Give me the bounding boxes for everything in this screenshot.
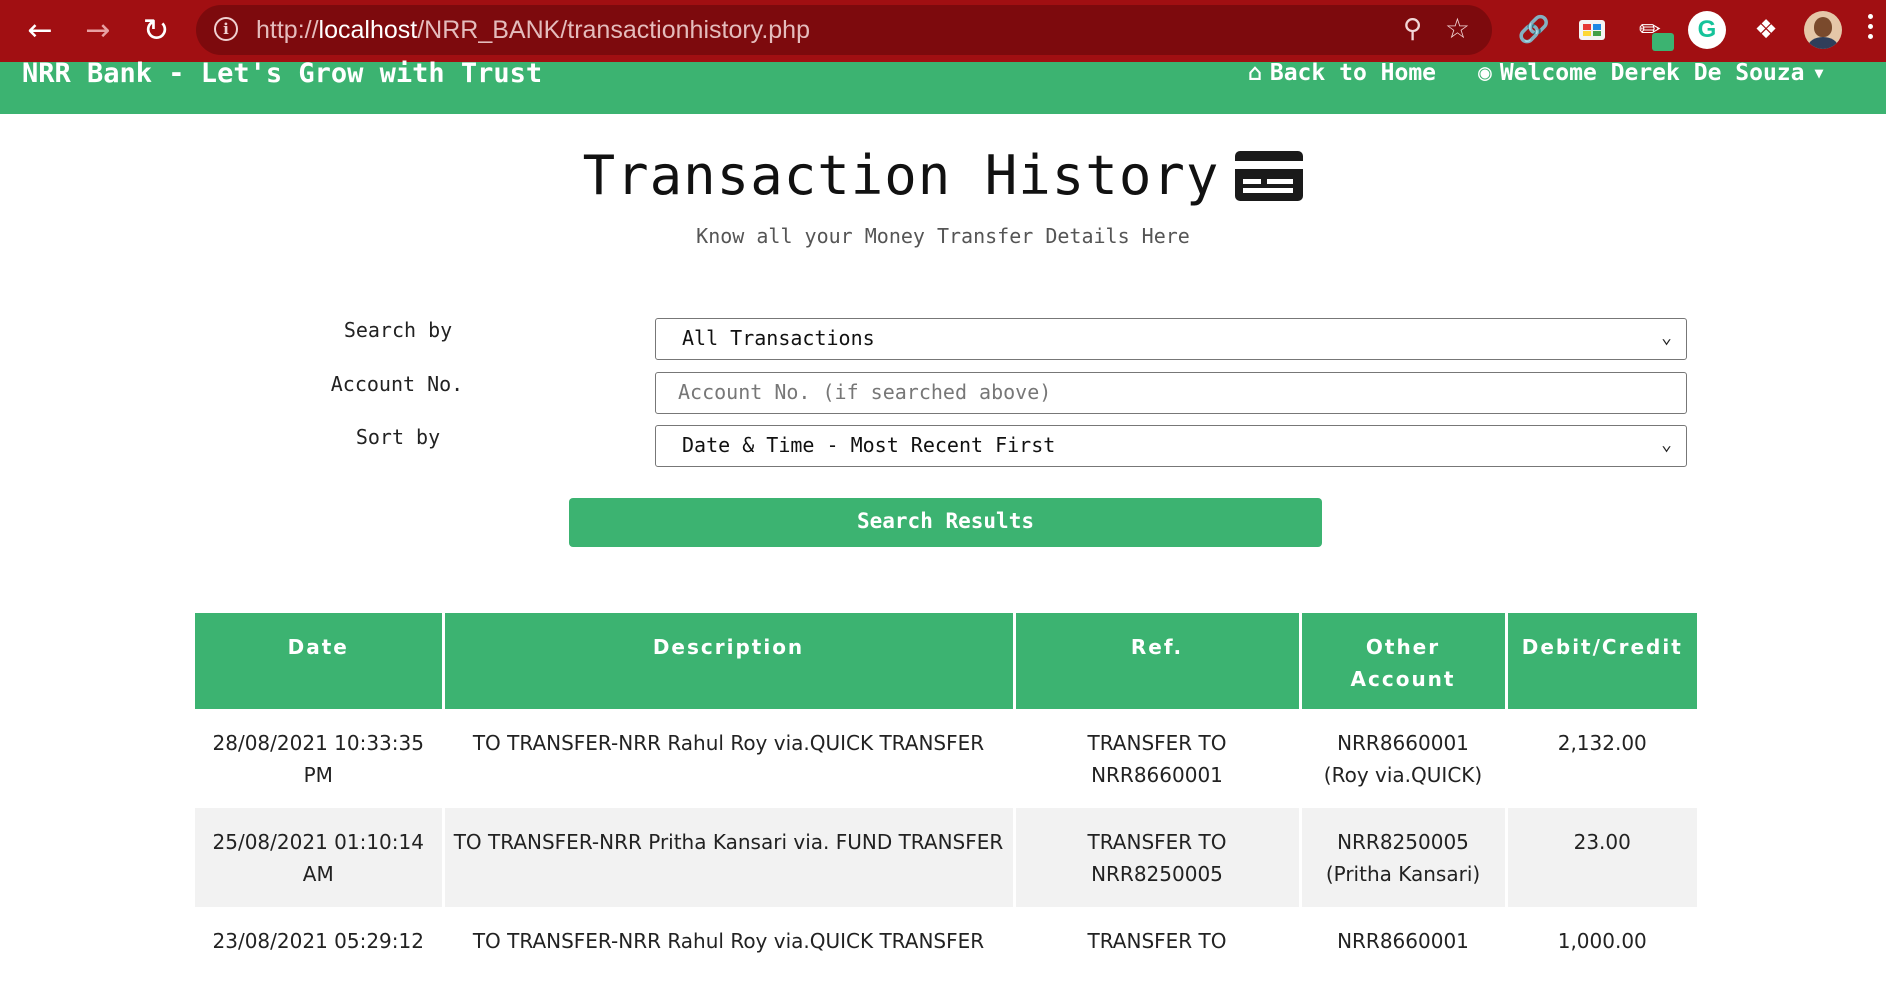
address-bar[interactable]: i http://localhost/NRR_BANK/transactionh…	[196, 5, 1492, 55]
extensions-puzzle-icon[interactable]: ❖	[1746, 10, 1786, 50]
browser-toolbar: ← → ↻ i http://localhost/NRR_BANK/transa…	[0, 0, 1886, 62]
account-no-input[interactable]	[678, 373, 1646, 411]
site-info-icon[interactable]: i	[214, 17, 238, 41]
color-picker-extension-icon[interactable]	[1572, 10, 1612, 50]
cell-description: TO TRANSFER-NRR Pritha Kansari via. FUND…	[441, 808, 1014, 907]
cell-amount: 2,132.00	[1504, 709, 1697, 808]
table-row: 28/08/2021 10:33:35 PM TO TRANSFER-NRR R…	[195, 709, 1697, 808]
forward-arrow-icon[interactable]: →	[78, 10, 118, 50]
cell-ref: TRANSFER TO	[1012, 907, 1300, 1006]
user-menu[interactable]: ◉ Welcome Derek De Souza ▼	[1478, 60, 1824, 86]
cell-amount: 1,000.00	[1504, 907, 1697, 1006]
site-navbar: NRR Bank - Let's Grow with Trust ⌂ Back …	[0, 58, 1886, 114]
caret-down-icon: ▼	[1814, 64, 1824, 82]
back-to-home-label: Back to Home	[1269, 60, 1437, 86]
header-ref: Ref.	[1012, 613, 1300, 709]
color-palette-icon	[1579, 20, 1605, 40]
account-no-field[interactable]	[655, 372, 1687, 414]
back-to-home-link[interactable]: ⌂ Back to Home	[1248, 60, 1436, 86]
sort-by-label: Sort by	[355, 425, 441, 449]
chevron-down-icon: ⌄	[1661, 327, 1672, 348]
grammarly-icon[interactable]: G	[1688, 11, 1726, 49]
sort-by-value: Date & Time - Most Recent First	[682, 433, 1056, 457]
url-host: localhost	[318, 16, 418, 44]
search-by-select[interactable]: All Transactions ⌄	[655, 318, 1687, 360]
cell-date: 25/08/2021 01:10:14 AM	[195, 808, 443, 907]
search-by-label: Search by	[343, 318, 453, 342]
cell-date: 28/08/2021 10:33:35 PM	[212, 731, 424, 787]
cell-ref: TRANSFER TO NRR8250005	[1012, 808, 1300, 907]
extension-badge	[1652, 33, 1674, 51]
cell-other-account: NRR8660001 (Roy via.QUICK)	[1298, 709, 1506, 808]
back-arrow-icon[interactable]: ←	[20, 10, 60, 50]
url-path: /NRR_BANK/transactionhistory.php	[417, 16, 810, 44]
header-other-account: Other Account	[1298, 613, 1506, 709]
cell-other-account: NRR8250005 (Pritha Kansari)	[1298, 808, 1506, 907]
avatar-head	[1814, 17, 1832, 37]
header-description: Description	[441, 613, 1014, 709]
zoom-icon[interactable]: ⚲	[1403, 14, 1422, 44]
reload-icon[interactable]: ↻	[136, 10, 176, 50]
cell-description: TO TRANSFER-NRR Rahul Roy via.QUICK TRAN…	[441, 907, 1014, 1006]
table-row: 25/08/2021 01:10:14 AM TO TRANSFER-NRR P…	[195, 808, 1697, 907]
cell-amount: 23.00	[1504, 808, 1697, 907]
page-subtitle: Know all your Money Transfer Details Her…	[696, 224, 1190, 248]
cell-date: 23/08/2021 05:29:12	[212, 929, 424, 953]
url-prefix: http://	[256, 16, 319, 44]
table-header-row: Date Description Ref. Other Account Debi…	[195, 613, 1697, 709]
header-date: Date	[195, 613, 443, 709]
profile-avatar[interactable]	[1804, 11, 1842, 49]
header-debit-credit: Debit/Credit	[1504, 613, 1697, 709]
home-icon: ⌂	[1248, 60, 1262, 86]
transaction-table: Date Description Ref. Other Account Debi…	[195, 613, 1697, 1006]
page-title: Transaction History	[583, 144, 1304, 207]
cell-other-account: NRR8660001	[1298, 907, 1506, 1006]
browser-menu-icon[interactable]	[1868, 14, 1874, 44]
account-no-label: Account No.	[330, 372, 464, 396]
money-card-icon	[1235, 150, 1304, 201]
url-text[interactable]: http://localhost/NRR_BANK/transactionhis…	[256, 16, 810, 45]
chevron-down-icon: ⌄	[1661, 434, 1672, 455]
cell-ref: TRANSFER TO NRR8660001	[1012, 709, 1300, 808]
site-brand[interactable]: NRR Bank - Let's Grow with Trust	[22, 58, 542, 89]
page-heading: Transaction History	[0, 144, 1886, 207]
cell-description: TO TRANSFER-NRR Rahul Roy via.QUICK TRAN…	[441, 709, 1014, 808]
link-extension-icon[interactable]: 🔗	[1514, 10, 1554, 50]
user-circle-icon: ◉	[1478, 60, 1492, 86]
search-by-value: All Transactions	[682, 326, 875, 350]
page-title-text: Transaction History	[582, 144, 1220, 207]
avatar-body	[1808, 37, 1838, 49]
search-results-button[interactable]: Search Results	[569, 498, 1322, 547]
welcome-label: Welcome Derek De Souza	[1499, 60, 1805, 86]
bookmark-star-icon[interactable]: ☆	[1445, 12, 1470, 45]
table-row: 23/08/2021 05:29:12 TO TRANSFER-NRR Rahu…	[195, 907, 1697, 1006]
sort-by-select[interactable]: Date & Time - Most Recent First ⌄	[655, 425, 1687, 467]
